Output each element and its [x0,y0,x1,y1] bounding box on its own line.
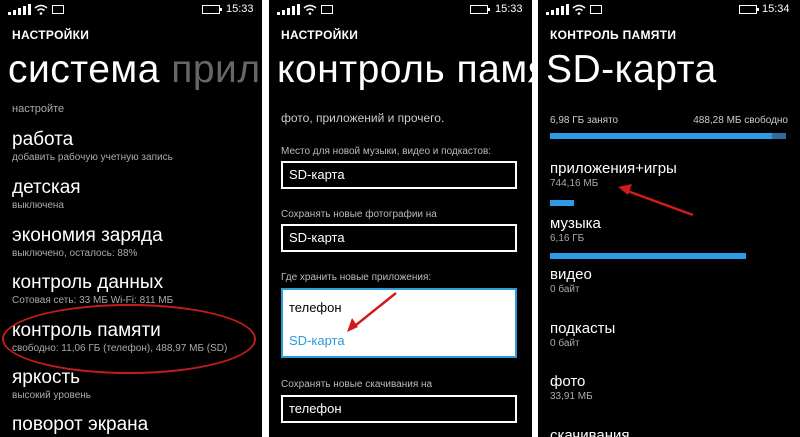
settings-item-rotation[interactable]: поворот экрана [12,414,258,436]
red-arrow-annotation [618,184,694,217]
settings-system-panel: 15:33 НАСТРОЙКИ система прило настройте … [0,0,262,437]
storage-sense-panel: 15:33 НАСТРОЙКИ контроль памя фото, прил… [269,0,532,437]
pivot-header: система прило [8,48,262,92]
settings-item-work[interactable]: работа добавить рабочую учетную запись [12,129,258,164]
item-title: контроль данных [12,272,164,293]
item-subtitle: добавить рабочую учетную запись [12,152,173,163]
item-subtitle: высокий уровень [12,390,92,401]
item-subtitle: выключена [12,200,64,211]
section-label: настройте [12,103,65,115]
item-title: детская [12,177,81,198]
pivot-applications[interactable]: прило [171,48,262,91]
settings-item-battery-saver[interactable]: экономия заряда выключено, осталось: 88% [12,225,258,260]
settings-item-kids[interactable]: детская выключена [12,177,258,212]
red-arrow-annotation [347,292,397,332]
item-title: работа [12,129,74,150]
clock: 15:33 [226,3,254,15]
item-title: экономия заряда [12,225,163,246]
highlight-ellipse [2,304,256,374]
item-title: поворот экрана [12,414,149,435]
status-bar: 15:33 [0,0,262,20]
settings-item-data-sense[interactable]: контроль данных Сотовая сеть: 33 МБ Wi-F… [12,272,258,307]
signal-icon [8,4,31,15]
item-subtitle: выключено, осталось: 88% [12,248,138,259]
wifi-icon [34,4,48,15]
message-icon [52,5,64,14]
page-header: НАСТРОЙКИ [12,28,90,42]
sd-card-panel: 15:34 КОНТРОЛЬ ПАМЯТИ SD-карта 6,98 ГБ з… [538,0,800,437]
battery-icon [202,5,222,14]
pivot-system[interactable]: система [8,48,160,91]
